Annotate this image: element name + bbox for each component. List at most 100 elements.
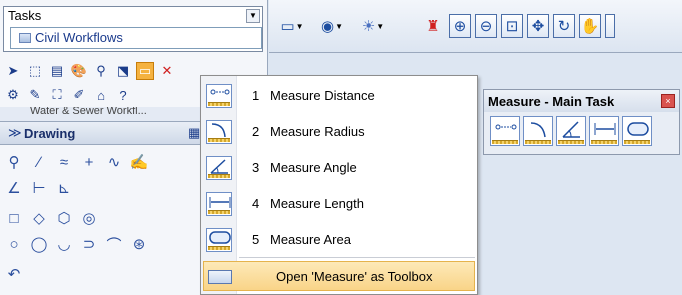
dimension-icon[interactable]: ⊢ bbox=[29, 178, 49, 198]
rotate-view-button[interactable]: ↻ bbox=[553, 14, 575, 38]
circle-center-icon[interactable]: ◎ bbox=[79, 208, 99, 228]
measure-distance-icon bbox=[206, 84, 232, 108]
menu-item-measure-angle[interactable]: 3 Measure Angle bbox=[202, 150, 476, 186]
civil-tool-4-icon[interactable]: ✐ bbox=[70, 86, 88, 104]
menu-item-measure-radius[interactable]: 2 Measure Radius bbox=[202, 114, 476, 150]
selection-box-icon[interactable]: ⬚ bbox=[26, 62, 44, 80]
paint-brush-icon: ♜ bbox=[426, 18, 440, 35]
pan-hand-icon: ✋ bbox=[580, 18, 600, 35]
menu-item-label: Measure Length bbox=[270, 196, 364, 211]
menu-item-measure-distance[interactable]: 1 Measure Distance bbox=[202, 78, 476, 114]
civil-tool-5-icon[interactable]: ⌂ bbox=[92, 86, 110, 104]
place-point-icon[interactable]: ⚲ bbox=[4, 152, 24, 172]
civil-tool-1-icon[interactable]: ⚙ bbox=[4, 86, 22, 104]
toolbox-icon bbox=[208, 270, 232, 284]
measure-angle-button[interactable] bbox=[556, 116, 586, 146]
menu-item-number: 5 bbox=[252, 232, 260, 247]
fit-icon[interactable]: ⬔ bbox=[114, 62, 132, 80]
task-tools-row-1: ➤ ⬚ ▤ 🎨 ⚲ ⬔ ▭ ✕ bbox=[4, 60, 176, 82]
chevron-icon: ≫ bbox=[8, 125, 22, 140]
workflow-icon bbox=[19, 33, 31, 43]
rectangle-icon[interactable]: □ bbox=[4, 208, 24, 228]
measure-tool-icon[interactable]: ▭ bbox=[136, 62, 154, 80]
polyline-icon[interactable]: ∿ bbox=[104, 152, 124, 172]
menu-item-label: Measure Angle bbox=[270, 160, 357, 175]
measure-distance-button[interactable] bbox=[490, 116, 520, 146]
menu-item-number: 2 bbox=[252, 124, 260, 139]
measure-radius-icon bbox=[530, 122, 546, 138]
lighting-button[interactable]: ☀ ▼ bbox=[355, 14, 391, 38]
modify-arc-icon[interactable]: ⊛ bbox=[129, 234, 149, 254]
measure-area-button[interactable] bbox=[622, 116, 652, 146]
more-button[interactable] bbox=[605, 14, 615, 38]
fit-view-icon: ✥ bbox=[531, 18, 545, 35]
zoom-out-button[interactable]: ⊖ bbox=[475, 14, 497, 38]
line-icon[interactable]: ∕ bbox=[29, 152, 49, 172]
element-info-icon[interactable]: ▤ bbox=[48, 62, 66, 80]
measure-toolbox-titlebar[interactable]: Measure - Main Task × bbox=[484, 90, 679, 112]
civil-tool-2-icon[interactable]: ✎ bbox=[26, 86, 44, 104]
section-water-label: Water & Sewer Workfl... bbox=[30, 107, 147, 117]
arc-icon[interactable]: ◡ bbox=[54, 234, 74, 254]
drawing-tools-row-3: □ ◇ ⬡ ◎ bbox=[4, 206, 99, 230]
window-area-button[interactable]: ⊡ bbox=[501, 14, 523, 38]
help-icon[interactable]: ? bbox=[114, 86, 132, 104]
workflow-selector[interactable]: Civil Workflows bbox=[10, 27, 262, 49]
display-style-button[interactable]: ◉ ▼ bbox=[317, 14, 347, 38]
measure-radius-button[interactable] bbox=[523, 116, 553, 146]
window-area-icon: ⊡ bbox=[505, 18, 519, 35]
menu-item-number: 1 bbox=[252, 88, 260, 103]
delete-icon[interactable]: ✕ bbox=[158, 62, 176, 80]
multi-line-icon[interactable]: ≈ bbox=[54, 152, 74, 172]
plus-point-icon[interactable]: + bbox=[79, 152, 99, 172]
select-arrow-icon[interactable]: ➤ bbox=[4, 62, 22, 80]
arc-2-icon[interactable]: ⊃ bbox=[79, 234, 99, 254]
measure-toolbox-title: Measure - Main Task bbox=[488, 94, 615, 109]
freehand-icon[interactable]: ✍ bbox=[129, 152, 149, 172]
curve-icon[interactable]: ⌒ bbox=[104, 234, 124, 254]
attributes-icon[interactable]: 🎨 bbox=[70, 62, 88, 80]
menu-item-measure-length[interactable]: 4 Measure Length bbox=[202, 186, 476, 222]
view-toggle-icon: ▭ bbox=[280, 18, 295, 35]
drawing-tools-row-4: ○ ◯ ◡ ⊃ ⌒ ⊛ bbox=[4, 232, 149, 256]
ruler-icon bbox=[525, 140, 551, 144]
menu-item-open-as-toolbox[interactable]: Open 'Measure' as Toolbox bbox=[203, 261, 475, 291]
ruler-icon bbox=[208, 246, 230, 250]
ruler-icon bbox=[208, 174, 230, 178]
lighting-icon: ☀ bbox=[361, 18, 376, 35]
ruler-icon bbox=[208, 102, 230, 106]
fit-view-button[interactable]: ✥ bbox=[527, 14, 549, 38]
ruler-icon bbox=[624, 140, 650, 144]
pan-hand-button[interactable]: ✋ bbox=[579, 14, 601, 38]
civil-tool-3-icon[interactable]: ⛶ bbox=[48, 86, 66, 104]
measure-angle-icon bbox=[562, 121, 580, 138]
menu-item-measure-area[interactable]: 5 Measure Area bbox=[202, 222, 476, 258]
zoom-in-button[interactable]: ⊕ bbox=[449, 14, 471, 38]
measure-length-button[interactable] bbox=[589, 116, 619, 146]
zoom-in-icon: ⊕ bbox=[453, 18, 467, 35]
ellipse-icon[interactable]: ◯ bbox=[29, 234, 49, 254]
ruler-icon bbox=[558, 140, 584, 144]
ruler-icon bbox=[591, 140, 617, 144]
angle-construct-icon[interactable]: ∠ bbox=[4, 178, 24, 198]
menu-item-label: Measure Area bbox=[270, 232, 351, 247]
view-toggle-button[interactable]: ▭ ▼ bbox=[277, 14, 307, 38]
ruler-icon bbox=[208, 138, 230, 142]
circle-icon[interactable]: ○ bbox=[4, 234, 24, 254]
snap-icon[interactable]: ⚲ bbox=[92, 62, 110, 80]
menu-item-number: 3 bbox=[252, 160, 260, 175]
paint-brush-button[interactable]: ♜ bbox=[422, 14, 444, 38]
perpendicular-icon[interactable]: ⊾ bbox=[54, 178, 74, 198]
ruler-icon bbox=[492, 140, 518, 144]
measure-area-icon bbox=[627, 122, 649, 136]
polygon-icon[interactable]: ◇ bbox=[29, 208, 49, 228]
measure-length-icon bbox=[594, 123, 616, 135]
menu-item-label: Measure Distance bbox=[270, 88, 375, 103]
task-tools-row-2: ⚙ ✎ ⛶ ✐ ⌂ ? bbox=[4, 84, 132, 106]
close-icon[interactable]: × bbox=[661, 94, 675, 108]
spiral-icon[interactable]: ↶ bbox=[4, 264, 24, 284]
measure-menu: 1 Measure Distance 2 Measure Radius 3 Me… bbox=[200, 75, 478, 295]
tasks-title: Tasks bbox=[8, 8, 42, 23]
tasks-dropdown-button[interactable]: ▼ bbox=[246, 9, 260, 23]
shape-icon[interactable]: ⬡ bbox=[54, 208, 74, 228]
